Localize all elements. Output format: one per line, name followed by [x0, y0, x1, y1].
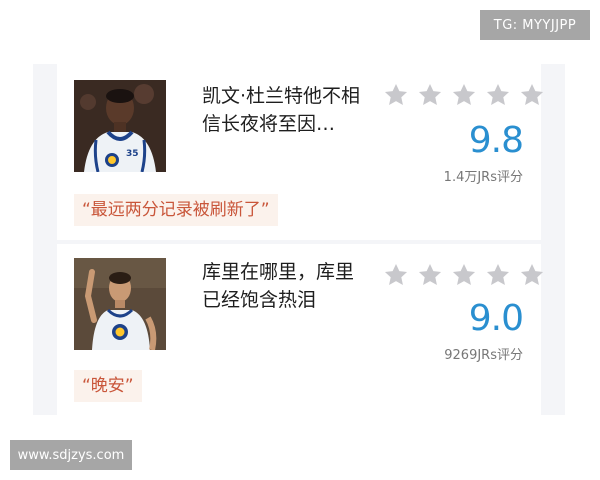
- star-icon: [384, 83, 408, 105]
- star-icon: [418, 83, 442, 105]
- jersey-number: 35: [126, 149, 139, 159]
- star-rating: [383, 262, 545, 288]
- ratings-panel: 35 凯文·杜兰特他不相信长夜将至因… 9.8 1.4万JRs评分 “最远两分记…: [33, 64, 565, 415]
- star-icon: [486, 83, 510, 105]
- card-title: 凯文·杜兰特他不相信长夜将至因…: [202, 85, 361, 135]
- rater-count: 9269JRs评分: [444, 348, 523, 363]
- star-icon: [384, 263, 408, 285]
- star-icon: [418, 263, 442, 285]
- star-icon: [486, 263, 510, 285]
- star-rating: [383, 82, 545, 108]
- star-icon: [452, 263, 476, 285]
- featured-comment[interactable]: “最远两分记录被刷新了”: [74, 194, 278, 226]
- star-icon: [520, 83, 544, 105]
- rater-count: 1.4万JRs评分: [443, 170, 523, 185]
- score-value: 9.8: [468, 120, 524, 161]
- rating-card[interactable]: 库里在哪里，库里已经饱含热泪 9.0 9269JRs评分 “晚安”: [57, 244, 544, 415]
- player-photo: 35: [74, 80, 166, 172]
- watermark-bottom: www.sdjzys.com: [10, 440, 132, 470]
- player-photo: [74, 258, 166, 350]
- star-icon: [520, 263, 544, 285]
- score-value: 9.0: [468, 298, 524, 339]
- watermark-top: TG: MYYJJPP: [480, 10, 590, 40]
- card-title: 库里在哪里，库里已经饱含热泪: [202, 261, 355, 311]
- featured-comment[interactable]: “晚安”: [74, 370, 142, 402]
- star-icon: [452, 83, 476, 105]
- rating-card[interactable]: 35 凯文·杜兰特他不相信长夜将至因… 9.8 1.4万JRs评分 “最远两分记…: [57, 64, 544, 240]
